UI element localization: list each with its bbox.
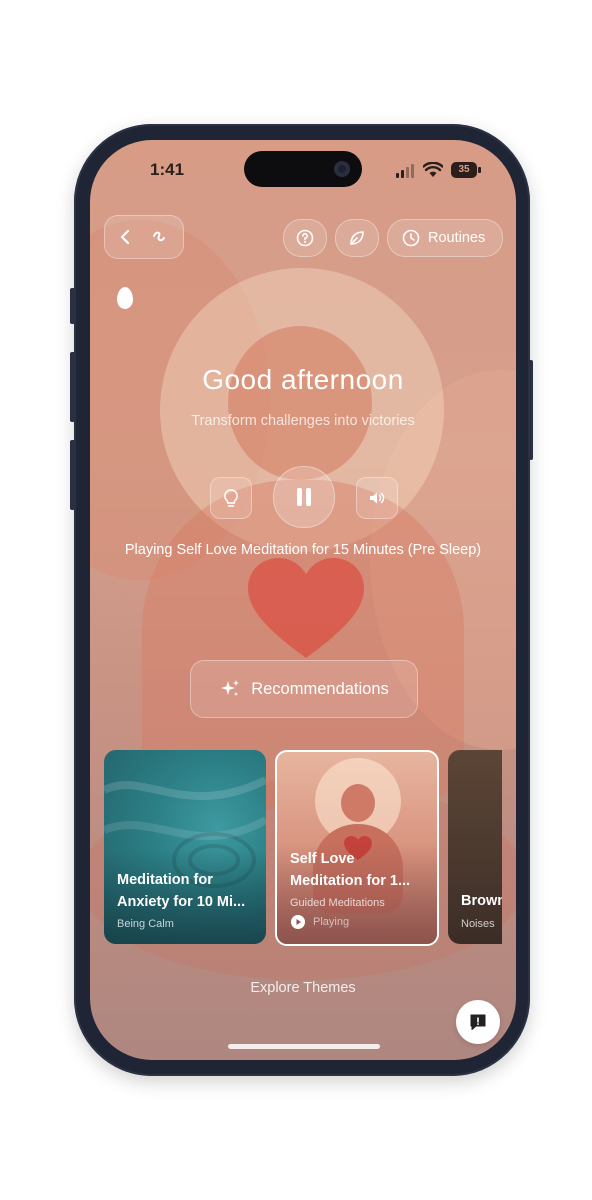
leaf-icon	[350, 231, 364, 245]
signal-icon	[396, 164, 414, 178]
card-title-line1: Self Love	[290, 851, 355, 867]
card-brown-noise[interactable]: Brown Noises	[448, 750, 502, 944]
figure-head	[228, 326, 372, 480]
volume-down-button	[70, 440, 75, 510]
clock-icon	[402, 229, 420, 247]
volume-button[interactable]	[356, 477, 398, 519]
card-category: Noises	[461, 918, 495, 930]
help-icon	[296, 229, 314, 247]
battery-icon: 35	[451, 162, 477, 178]
power-button	[528, 360, 533, 460]
battery-level: 35	[458, 164, 470, 175]
feedback-icon	[470, 1014, 486, 1030]
speaker-icon	[370, 492, 385, 504]
explore-themes-link[interactable]: Explore Themes	[90, 980, 516, 996]
wifi-icon	[423, 162, 443, 177]
help-button[interactable]	[283, 219, 327, 257]
pause-icon	[297, 488, 311, 506]
app-screen: 1:41 35 Routines Good afternoon Transfor…	[90, 140, 516, 1060]
card-figure-head	[341, 784, 375, 822]
card-status: Playing	[313, 916, 350, 928]
home-indicator[interactable]	[228, 1044, 380, 1049]
feedback-button[interactable]	[456, 1000, 500, 1044]
card-title-line2: Meditation for 1...	[290, 873, 411, 889]
now-playing-text: Playing Self Love Meditation for 15 Minu…	[124, 542, 482, 558]
egg-icon[interactable]	[117, 287, 133, 309]
back-chevron-icon	[120, 229, 165, 245]
tip-button[interactable]	[210, 477, 252, 519]
recommendations-label: Recommendations	[251, 679, 389, 698]
card-title-line1: Meditation for	[117, 872, 213, 888]
lightbulb-icon	[224, 489, 238, 507]
status-bar: 1:41 35	[90, 140, 516, 200]
volume-up-button	[70, 352, 75, 422]
card-title-line2: Anxiety for 10 Mi...	[117, 894, 246, 910]
card-category: Being Calm	[117, 918, 174, 930]
subtitle: Transform challenges into victories	[191, 413, 415, 429]
recommendations-button[interactable]: Recommendations	[190, 660, 418, 718]
card-meditation-anxiety[interactable]: Meditation for Anxiety for 10 Mi... Bein…	[104, 750, 266, 944]
back-button[interactable]	[104, 215, 184, 259]
dynamic-island	[244, 151, 362, 187]
silent-switch	[70, 288, 75, 324]
sparkle-icon	[221, 680, 240, 696]
routines-button[interactable]: Routines	[387, 219, 503, 257]
play-status-icon	[291, 915, 305, 929]
card-title-line1: Brown	[461, 893, 502, 909]
card-self-love[interactable]: Self Love Meditation for 1... Guided Med…	[275, 750, 439, 946]
pause-button[interactable]	[273, 466, 335, 528]
card-category: Guided Meditations	[290, 897, 385, 909]
battery-cap	[478, 167, 481, 173]
camera-icon	[334, 161, 350, 177]
status-time: 1:41	[150, 160, 185, 179]
greeting: Good afternoon	[202, 364, 404, 395]
routines-label: Routines	[428, 230, 486, 246]
leaf-button[interactable]	[335, 219, 379, 257]
heart-icon	[248, 558, 364, 658]
